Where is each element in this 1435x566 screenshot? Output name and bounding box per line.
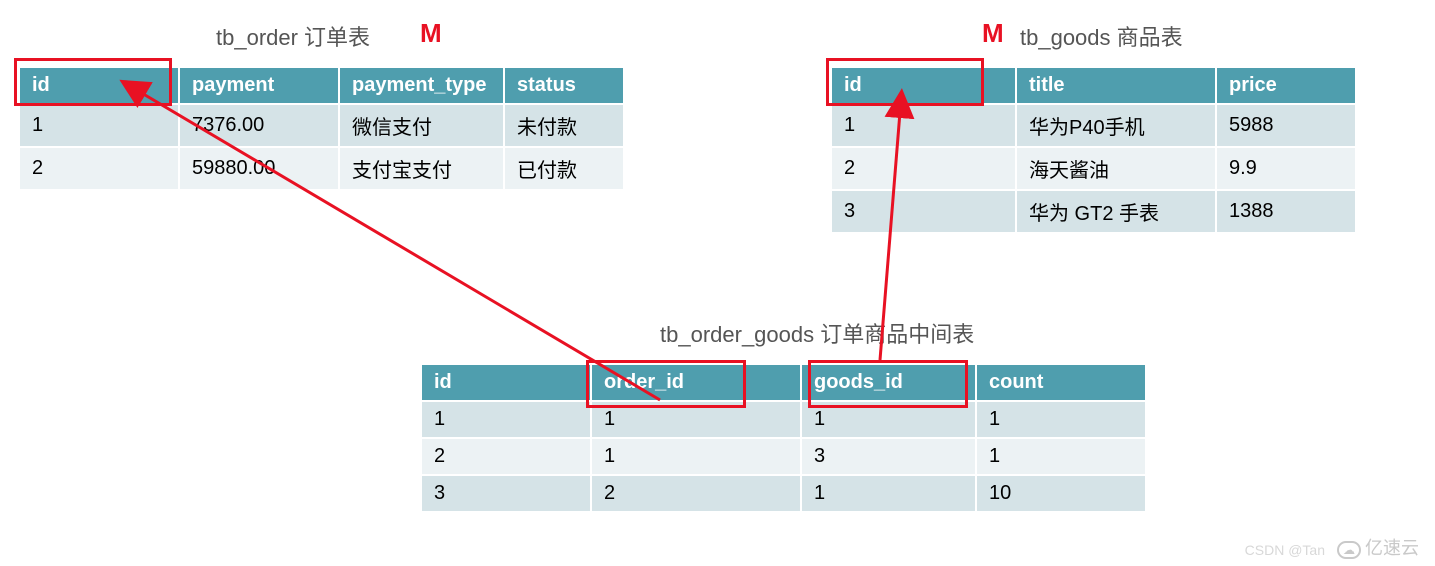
table-header-row: id title price bbox=[831, 67, 1356, 104]
cell: 2 bbox=[421, 438, 591, 475]
order-table-title: tb_order 订单表 bbox=[216, 20, 370, 52]
table-row: 2 海天酱油 9.9 bbox=[831, 147, 1356, 190]
cell: 2 bbox=[831, 147, 1016, 190]
logo-badge: ☁亿速云 bbox=[1337, 534, 1419, 560]
cell: 1 bbox=[421, 401, 591, 438]
cell: 华为 GT2 手表 bbox=[1016, 190, 1216, 233]
col-title: title bbox=[1016, 67, 1216, 104]
order-goods-table-title: tb_order_goods 订单商品中间表 bbox=[660, 317, 974, 349]
table-header-row: id payment payment_type status bbox=[19, 67, 624, 104]
table-row: 1 1 1 1 bbox=[421, 401, 1146, 438]
cell: 1388 bbox=[1216, 190, 1356, 233]
goods-table-title: tb_goods 商品表 bbox=[1020, 20, 1183, 52]
col-count: count bbox=[976, 364, 1146, 401]
col-id: id bbox=[831, 67, 1016, 104]
col-order-id: order_id bbox=[591, 364, 801, 401]
goods-table: id title price 1 华为P40手机 5988 2 海天酱油 9.9… bbox=[830, 66, 1357, 234]
cell: 1 bbox=[976, 401, 1146, 438]
table-row: 3 2 1 10 bbox=[421, 475, 1146, 512]
col-goods-id: goods_id bbox=[801, 364, 976, 401]
cell: 支付宝支付 bbox=[339, 147, 504, 190]
col-payment: payment bbox=[179, 67, 339, 104]
cell: 微信支付 bbox=[339, 104, 504, 147]
table-row: 1 华为P40手机 5988 bbox=[831, 104, 1356, 147]
cell: 5988 bbox=[1216, 104, 1356, 147]
cell: 2 bbox=[591, 475, 801, 512]
logo-text: 亿速云 bbox=[1365, 538, 1419, 558]
cell: 1 bbox=[976, 438, 1146, 475]
cloud-icon: ☁ bbox=[1337, 541, 1361, 559]
cell: 海天酱油 bbox=[1016, 147, 1216, 190]
order-goods-table: id order_id goods_id count 1 1 1 1 2 1 3… bbox=[420, 363, 1147, 513]
cell: 1 bbox=[591, 438, 801, 475]
cell: 2 bbox=[19, 147, 179, 190]
col-id: id bbox=[421, 364, 591, 401]
table-row: 3 华为 GT2 手表 1388 bbox=[831, 190, 1356, 233]
col-id: id bbox=[19, 67, 179, 104]
cell: 3 bbox=[801, 438, 976, 475]
cell: 3 bbox=[421, 475, 591, 512]
cell: 华为P40手机 bbox=[1016, 104, 1216, 147]
col-payment-type: payment_type bbox=[339, 67, 504, 104]
table-header-row: id order_id goods_id count bbox=[421, 364, 1146, 401]
cell: 7376.00 bbox=[179, 104, 339, 147]
cell: 9.9 bbox=[1216, 147, 1356, 190]
cell: 1 bbox=[591, 401, 801, 438]
cell: 1 bbox=[831, 104, 1016, 147]
cell: 10 bbox=[976, 475, 1146, 512]
order-table: id payment payment_type status 1 7376.00… bbox=[18, 66, 625, 191]
cell: 59880.00 bbox=[179, 147, 339, 190]
table-row: 2 1 3 1 bbox=[421, 438, 1146, 475]
col-price: price bbox=[1216, 67, 1356, 104]
table-row: 1 7376.00 微信支付 未付款 bbox=[19, 104, 624, 147]
watermark-text: CSDN @Tan bbox=[1245, 542, 1325, 558]
cell: 未付款 bbox=[504, 104, 624, 147]
cell: 1 bbox=[19, 104, 179, 147]
goods-m-label: M bbox=[982, 18, 1004, 49]
col-status: status bbox=[504, 67, 624, 104]
cell: 已付款 bbox=[504, 147, 624, 190]
order-m-label: M bbox=[420, 18, 442, 49]
table-row: 2 59880.00 支付宝支付 已付款 bbox=[19, 147, 624, 190]
cell: 1 bbox=[801, 475, 976, 512]
cell: 1 bbox=[801, 401, 976, 438]
cell: 3 bbox=[831, 190, 1016, 233]
